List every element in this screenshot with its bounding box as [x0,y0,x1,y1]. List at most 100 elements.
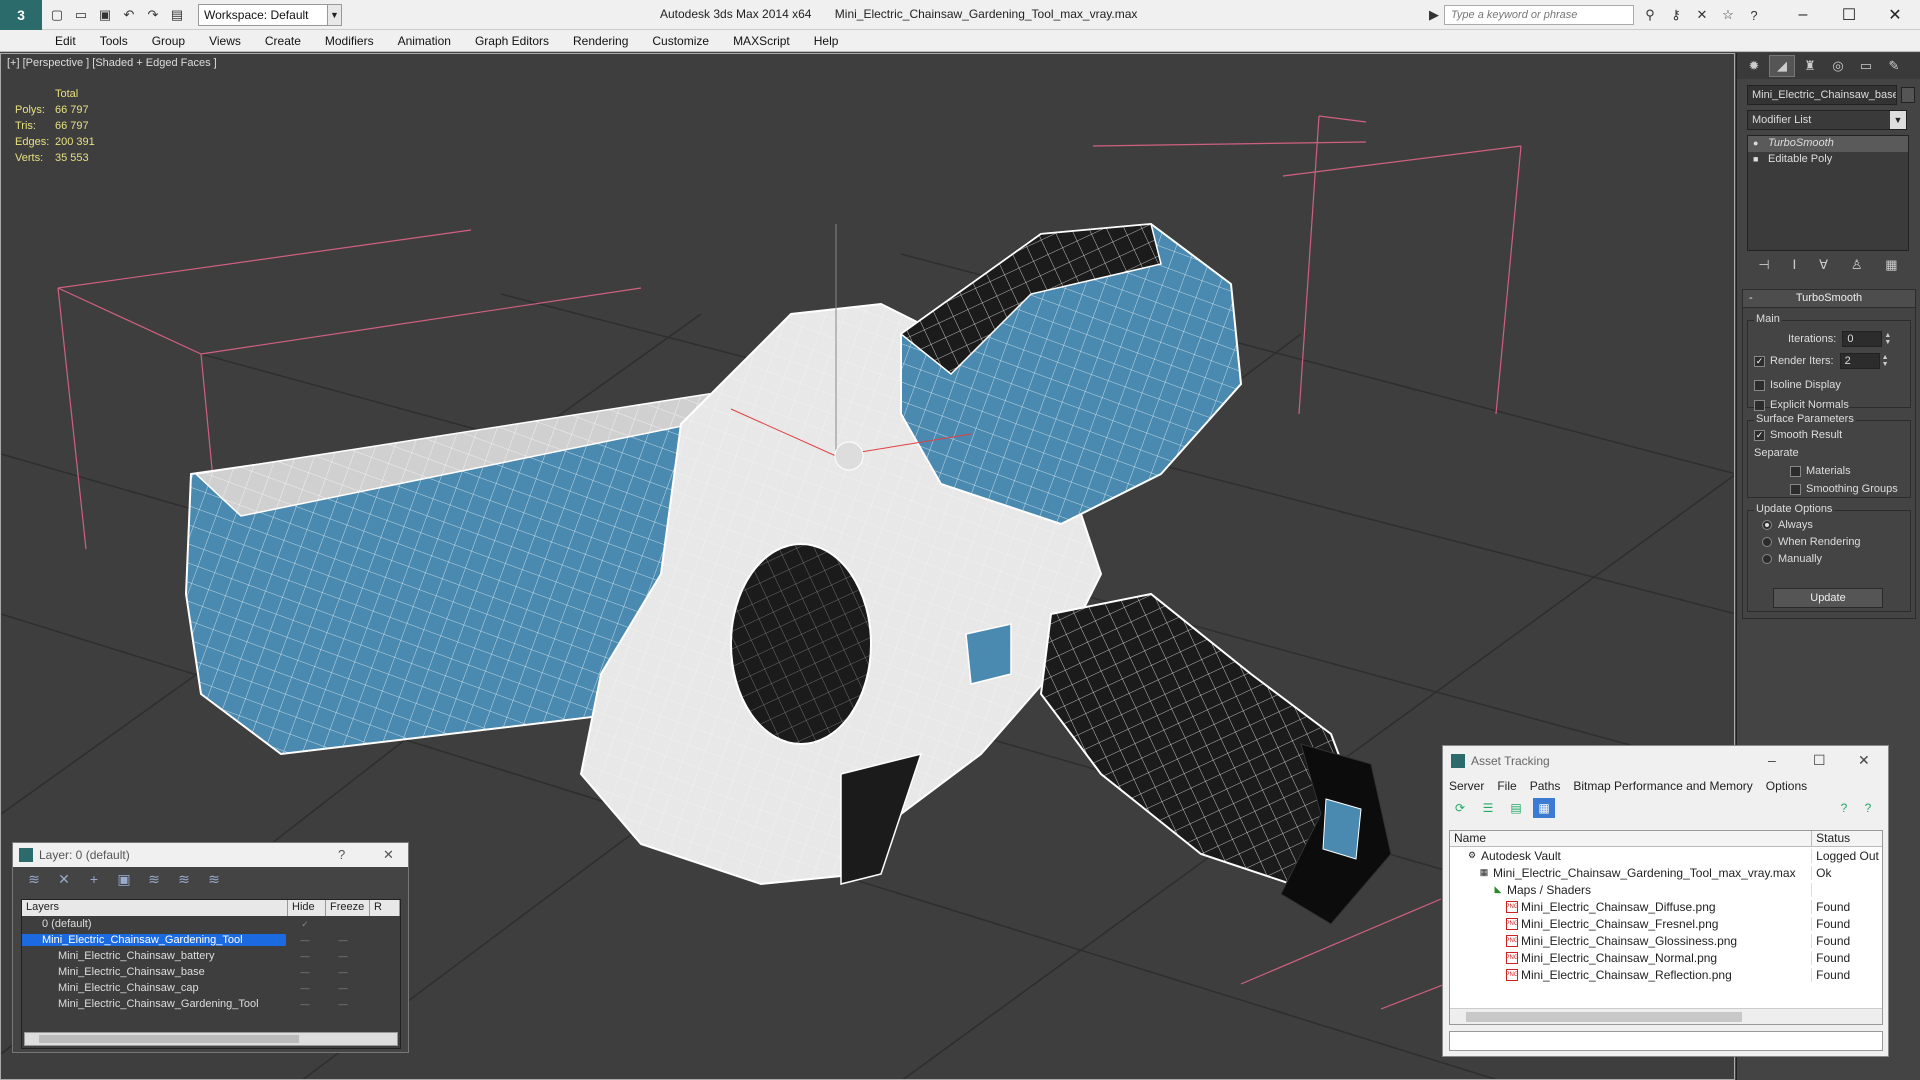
close-icon[interactable]: ✕ [1858,752,1870,769]
minimize-button[interactable]: – [1780,0,1826,30]
highlight-layer-icon[interactable]: ≋ [143,869,165,889]
delete-layer-icon[interactable]: ✕ [53,869,75,889]
asset-row[interactable]: ⚙ Autodesk Vault Logged Out [1450,847,1882,864]
configure-sets-icon[interactable]: ▦ [1885,257,1897,279]
when-rendering-radio[interactable] [1762,537,1772,547]
display-tab-icon[interactable]: ▭ [1853,55,1879,77]
isoline-checkbox[interactable] [1754,379,1765,391]
layer-row[interactable]: Mini_Electric_Chainsaw_battery — — [22,948,400,964]
col-layers[interactable]: Layers [22,900,288,916]
expand-arrow-icon[interactable]: ▶ [1424,5,1444,25]
freeze-toggle[interactable]: — [324,935,362,945]
stack-item-editable-poly[interactable]: ■ Editable Poly [1748,152,1908,168]
make-unique-icon[interactable]: ∀ [1819,257,1828,279]
col-hide[interactable]: Hide [288,900,326,916]
asset-menu-options[interactable]: Options [1766,779,1807,793]
hide-toggle[interactable]: — [286,983,324,993]
favorites-star-icon[interactable]: ☆ [1718,5,1738,25]
modifier-list-dropdown[interactable]: Modifier List ▼ [1747,110,1907,130]
vault-help-icon[interactable]: ? [1833,798,1855,818]
active-check-icon[interactable]: ✓ [286,919,324,930]
explicit-normals-checkbox[interactable] [1754,399,1765,411]
col-status[interactable]: Status [1812,831,1882,846]
menu-create[interactable]: Create [265,34,301,48]
refresh-icon[interactable]: ⟳ [1449,798,1471,818]
hide-toggle[interactable]: — [286,999,324,1009]
menu-help[interactable]: Help [814,34,839,48]
col-name[interactable]: Name [1450,831,1813,846]
select-objects-icon[interactable]: ▣ [113,869,135,889]
subscription-icon[interactable]: ⚷ [1666,5,1686,25]
asset-row[interactable]: PNG Mini_Electric_Chainsaw_Glossiness.png… [1450,932,1882,949]
col-freeze[interactable]: Freeze [326,900,370,916]
menu-animation[interactable]: Animation [398,34,451,48]
hide-toggle[interactable]: — [286,935,324,945]
add-to-layer-icon[interactable]: + [83,869,105,889]
modifier-stack[interactable]: ● TurboSmooth ■ Editable Poly [1747,135,1909,251]
scrollbar-thumb[interactable] [39,1035,299,1043]
manually-radio[interactable] [1762,554,1772,564]
spinner-arrows-icon[interactable]: ▲ ▼ [1882,354,1890,368]
freeze-toggle[interactable]: — [324,951,362,961]
asset-row[interactable]: PNG Mini_Electric_Chainsaw_Diffuse.png Fo… [1450,898,1882,915]
menu-tools[interactable]: Tools [100,34,128,48]
hide-toggle[interactable]: — [286,951,324,961]
menu-rendering[interactable]: Rendering [573,34,628,48]
modify-tab-icon[interactable]: ◢ [1769,55,1795,77]
motion-tab-icon[interactable]: ◎ [1825,55,1851,77]
options-help-icon[interactable]: ? [1857,798,1879,818]
utilities-tab-icon[interactable]: ✎ [1881,55,1907,77]
close-icon[interactable]: ✕ [383,847,394,863]
viewport-label[interactable]: [+] [Perspective ] [Shaded + Edged Faces… [7,57,217,69]
close-button[interactable]: ✕ [1872,0,1918,30]
layer-object-name[interactable]: Mini_Electric_Chainsaw_cap [22,982,286,994]
stack-item-turbosmooth[interactable]: ● TurboSmooth [1748,136,1908,152]
smoothing-groups-checkbox[interactable] [1790,483,1801,495]
show-end-result-icon[interactable]: Ⅰ [1793,257,1797,279]
object-color-swatch[interactable] [1901,87,1915,103]
help-icon[interactable]: ? [1744,5,1764,25]
asset-row[interactable]: PNG Mini_Electric_Chainsaw_Fresnel.png Fo… [1450,915,1882,932]
communication-icon[interactable]: ✕ [1692,5,1712,25]
menu-group[interactable]: Group [152,34,185,48]
minimize-icon[interactable]: – [1768,752,1776,768]
list-view-icon[interactable]: ☰ [1477,798,1499,818]
always-radio[interactable] [1762,520,1772,530]
open-file-icon[interactable]: ▭ [72,6,90,24]
freeze-toggle[interactable]: — [324,999,362,1009]
asset-row[interactable]: ▦ Mini_Electric_Chainsaw_Gardening_Tool_m… [1450,864,1882,881]
hierarchy-tab-icon[interactable]: ♜ [1797,55,1823,77]
freeze-toggle[interactable]: — [324,983,362,993]
collapse-icon[interactable]: - [1749,292,1753,304]
table-view-icon[interactable]: ▦ [1533,798,1555,818]
render-iters-spinner[interactable]: 2 [1839,353,1880,369]
horizontal-scrollbar[interactable] [24,1032,398,1046]
search-input[interactable]: Type a keyword or phrase [1444,5,1634,25]
create-tab-icon[interactable]: ✹ [1741,55,1767,77]
project-folder-icon[interactable]: ▤ [168,6,186,24]
hide-toggle[interactable]: — [286,967,324,977]
layer-dialog-title-bar[interactable]: Layer: 0 (default) ? ✕ [13,843,408,867]
rollout-header[interactable]: - TurboSmooth [1743,290,1915,308]
layer-row[interactable]: Mini_Electric_Chainsaw_Gardening_Tool — … [22,932,400,948]
asset-row[interactable]: PNG Mini_Electric_Chainsaw_Normal.png Fou… [1450,949,1882,966]
remove-modifier-icon[interactable]: ♙ [1851,257,1863,279]
menu-views[interactable]: Views [209,34,241,48]
layer-object-name[interactable]: Mini_Electric_Chainsaw_Gardening_Tool [22,998,286,1010]
maximize-icon[interactable]: ☐ [1813,752,1826,769]
asset-tracking-title-bar[interactable]: Asset Tracking – ☐ ✕ [1443,746,1888,776]
pin-stack-icon[interactable]: ⊣ [1758,257,1769,279]
asset-menu-server[interactable]: Server [1449,779,1484,793]
app-logo[interactable]: 3 [0,0,42,30]
freeze-toggle[interactable]: — [324,967,362,977]
layer-table[interactable]: Layers Hide Freeze R 0 (default) ✓ Mini_… [21,899,401,1049]
create-layer-icon[interactable]: ≋ [23,869,45,889]
menu-customize[interactable]: Customize [652,34,709,48]
asset-menu-file[interactable]: File [1497,779,1516,793]
layer-name[interactable]: 0 (default) [22,918,286,930]
maximize-button[interactable]: ☐ [1826,0,1872,30]
layer-object-name[interactable]: Mini_Electric_Chainsaw_battery [22,950,286,962]
menu-modifiers[interactable]: Modifiers [325,34,374,48]
asset-row[interactable]: ◣ Maps / Shaders [1450,881,1882,898]
asset-menu-paths[interactable]: Paths [1530,779,1561,793]
